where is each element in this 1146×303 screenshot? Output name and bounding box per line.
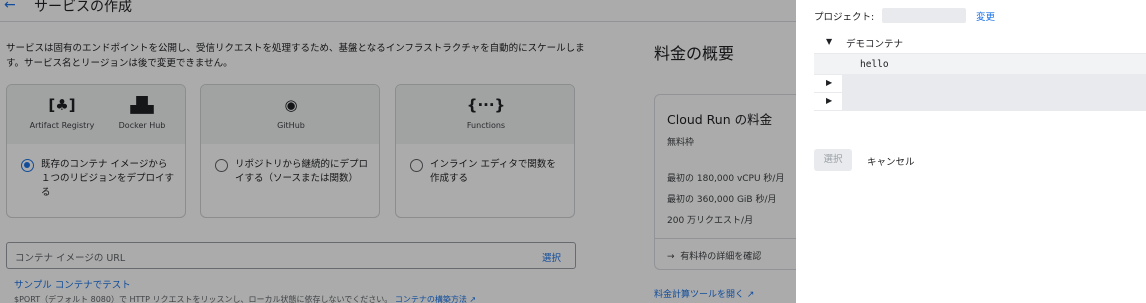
project-change-link[interactable]: 変更 xyxy=(976,9,995,23)
redacted-row-bar xyxy=(842,93,1146,110)
project-label: プロジェクト: xyxy=(814,12,875,23)
redacted-row-bar xyxy=(842,75,1146,92)
caret-right-icon[interactable]: ▶ xyxy=(826,78,832,87)
project-name-redacted xyxy=(882,8,966,23)
tree-repo-label: デモコンテナ xyxy=(846,39,904,50)
caret-right-icon[interactable]: ▶ xyxy=(826,96,832,105)
cancel-button[interactable]: キャンセル xyxy=(867,154,915,168)
tree-collapsed-row[interactable]: ▶ xyxy=(814,93,1146,111)
tree-repo-row[interactable]: ▼ デモコンテナ xyxy=(814,32,1146,54)
image-picker-dialog: プロジェクト: 変更 ▼ デモコンテナ hello ▶ ▶ 選択 キャンセル xyxy=(796,0,1146,303)
select-button[interactable]: 選択 xyxy=(814,149,852,171)
tree-collapsed-row[interactable]: ▶ xyxy=(814,75,1146,93)
modal-scrim[interactable] xyxy=(0,0,796,303)
tree-image-row[interactable]: hello xyxy=(814,54,1146,75)
tree-image-label: hello xyxy=(860,59,889,70)
image-tree: ▼ デモコンテナ hello ▶ ▶ xyxy=(814,32,1146,111)
caret-down-icon[interactable]: ▼ xyxy=(826,37,832,46)
